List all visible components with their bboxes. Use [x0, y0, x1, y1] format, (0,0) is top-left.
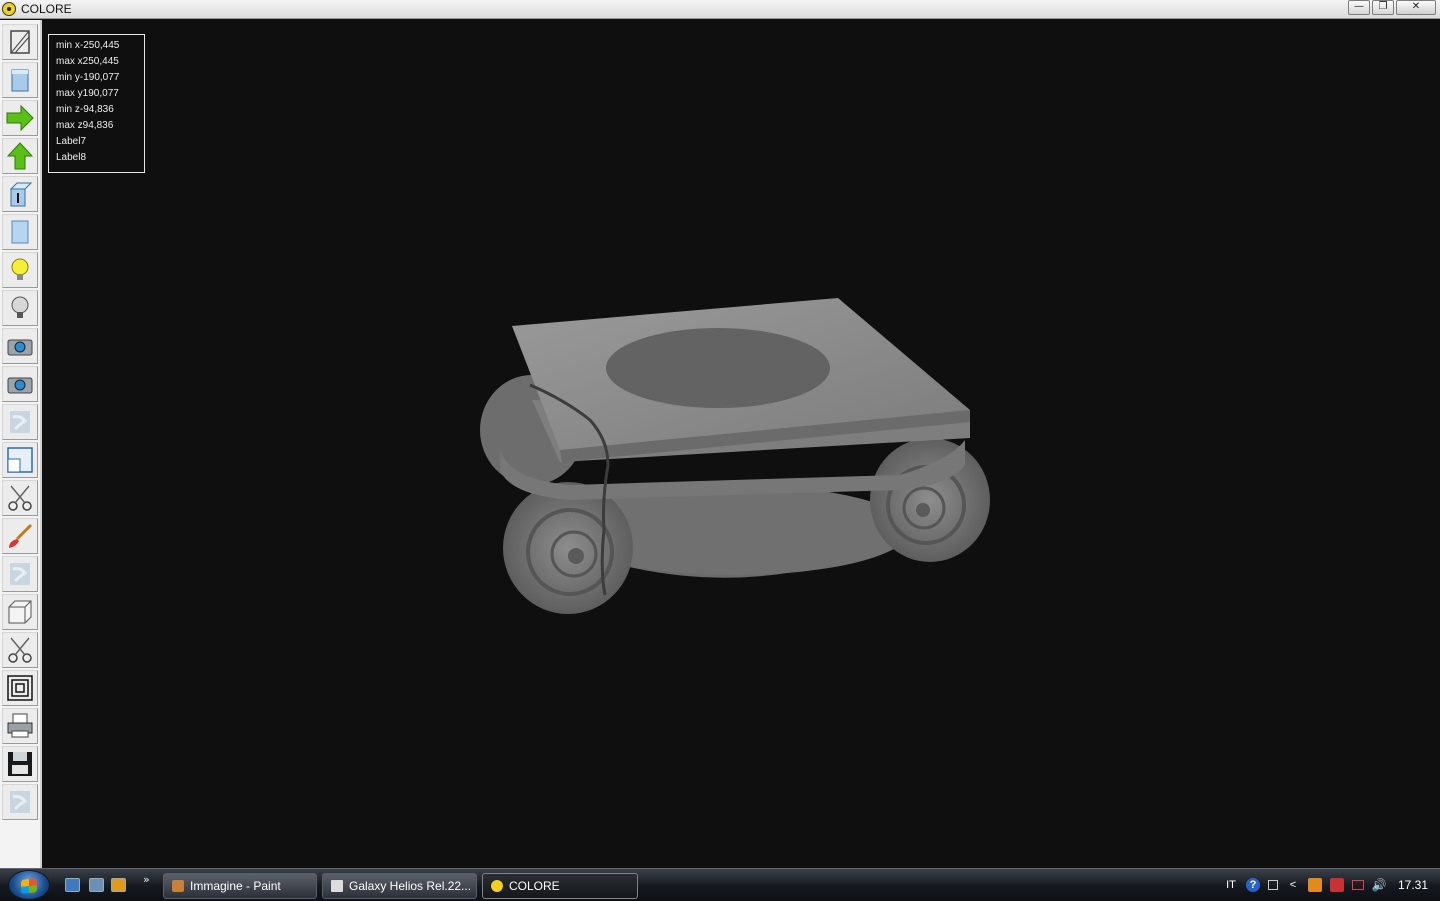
window-tool[interactable] [2, 442, 38, 478]
green-arrow-right-icon [6, 104, 34, 132]
paint-icon [172, 880, 184, 892]
save-tool[interactable] [2, 746, 38, 782]
light-on-tool[interactable] [2, 252, 38, 288]
language-indicator[interactable]: IT [1224, 878, 1238, 892]
clock[interactable]: 17.31 [1398, 878, 1428, 892]
title-bar: COLORE — ❐ ✕ [0, 0, 1440, 19]
cube-icon [8, 600, 32, 624]
concentric-squares-icon [7, 675, 33, 701]
blue-panel-icon [11, 220, 29, 244]
texture-tool-1[interactable] [2, 404, 38, 440]
paint-brush-icon [9, 523, 33, 548]
ionic-capital-model [480, 298, 990, 614]
print-tool[interactable] [2, 708, 38, 744]
volume-icon[interactable]: 🔊 [1372, 878, 1387, 892]
texture-tool-2[interactable] [2, 556, 38, 592]
scissors-icon [8, 485, 32, 511]
window-title: COLORE [21, 2, 72, 16]
document-icon [331, 880, 343, 892]
frames-tool[interactable] [2, 670, 38, 706]
network-icon[interactable] [1267, 880, 1278, 890]
scissors-icon [8, 637, 32, 663]
brush-tool[interactable] [2, 518, 38, 554]
max-x-label: max x250,445 [56, 56, 119, 67]
radiation-icon [2, 2, 16, 16]
camera-tool-1[interactable] [2, 328, 38, 364]
show-desktop-icon[interactable] [65, 878, 80, 892]
marble-texture-icon [10, 791, 30, 813]
lightbulb-off-icon [11, 296, 29, 318]
label7: Label7 [56, 136, 87, 147]
extrude-tool[interactable] [2, 176, 38, 212]
move-right-tool[interactable] [2, 100, 38, 136]
printer-icon [7, 713, 33, 738]
security-icon[interactable] [1329, 878, 1344, 892]
taskbar: » Immagine - Paint Galaxy Helios Rel.22.… [0, 868, 1440, 900]
box-arrow-icon [9, 182, 33, 207]
wireframe-tool[interactable] [2, 24, 38, 60]
label8: Label8 [56, 152, 87, 163]
app-tray-icon[interactable] [1307, 878, 1322, 892]
switch-windows-icon[interactable] [89, 878, 104, 892]
solid-box-icon [11, 69, 29, 92]
quicklaunch-more-icon[interactable]: » [143, 873, 150, 886]
monitor-icon[interactable] [1351, 880, 1364, 890]
bounds-info-panel: min x-250,445 max x250,445 min y-190,077… [48, 34, 145, 173]
camera-icon [7, 339, 33, 356]
camera-icon [7, 377, 33, 394]
min-y-label: min y-190,077 [56, 72, 120, 83]
radiation-icon [491, 880, 503, 892]
max-z-label: max z94,836 [56, 120, 114, 131]
marble-texture-icon [10, 411, 30, 433]
tray-expand-icon[interactable]: < [1286, 878, 1300, 892]
marble-texture-icon [10, 563, 30, 585]
camera-tool-2[interactable] [2, 366, 38, 402]
task-colore[interactable]: COLORE [482, 873, 638, 899]
max-y-label: max y190,077 [56, 88, 119, 99]
close-button[interactable]: ✕ [1396, 0, 1436, 15]
floppy-disk-icon [8, 752, 32, 776]
cut-tool-1[interactable] [2, 480, 38, 516]
left-toolbar [0, 20, 42, 868]
system-tray: IT ? < 🔊 17.31 [1220, 869, 1440, 901]
media-player-icon[interactable] [111, 878, 126, 892]
cube-tool[interactable] [2, 594, 38, 630]
wireframe-box-icon [10, 30, 30, 54]
start-button[interactable] [8, 870, 50, 900]
minimize-button[interactable]: — [1348, 0, 1370, 15]
window-icon [7, 447, 33, 473]
task-paint[interactable]: Immagine - Paint [163, 873, 317, 899]
cut-tool-2[interactable] [2, 632, 38, 668]
lightbulb-on-icon [11, 258, 29, 280]
min-z-label: min z-94,836 [56, 104, 114, 115]
solid-view-tool[interactable] [2, 62, 38, 98]
move-up-tool[interactable] [2, 138, 38, 174]
texture-tool-3[interactable] [2, 784, 38, 820]
green-arrow-up-icon [6, 142, 34, 170]
help-icon[interactable]: ? [1245, 878, 1260, 892]
shade-tool[interactable] [2, 214, 38, 250]
task-galaxy-helios[interactable]: Galaxy Helios Rel.22... [322, 873, 477, 899]
min-x-label: min x-250,445 [56, 40, 120, 51]
restore-button[interactable]: ❐ [1372, 0, 1394, 15]
light-off-tool[interactable] [2, 290, 38, 326]
